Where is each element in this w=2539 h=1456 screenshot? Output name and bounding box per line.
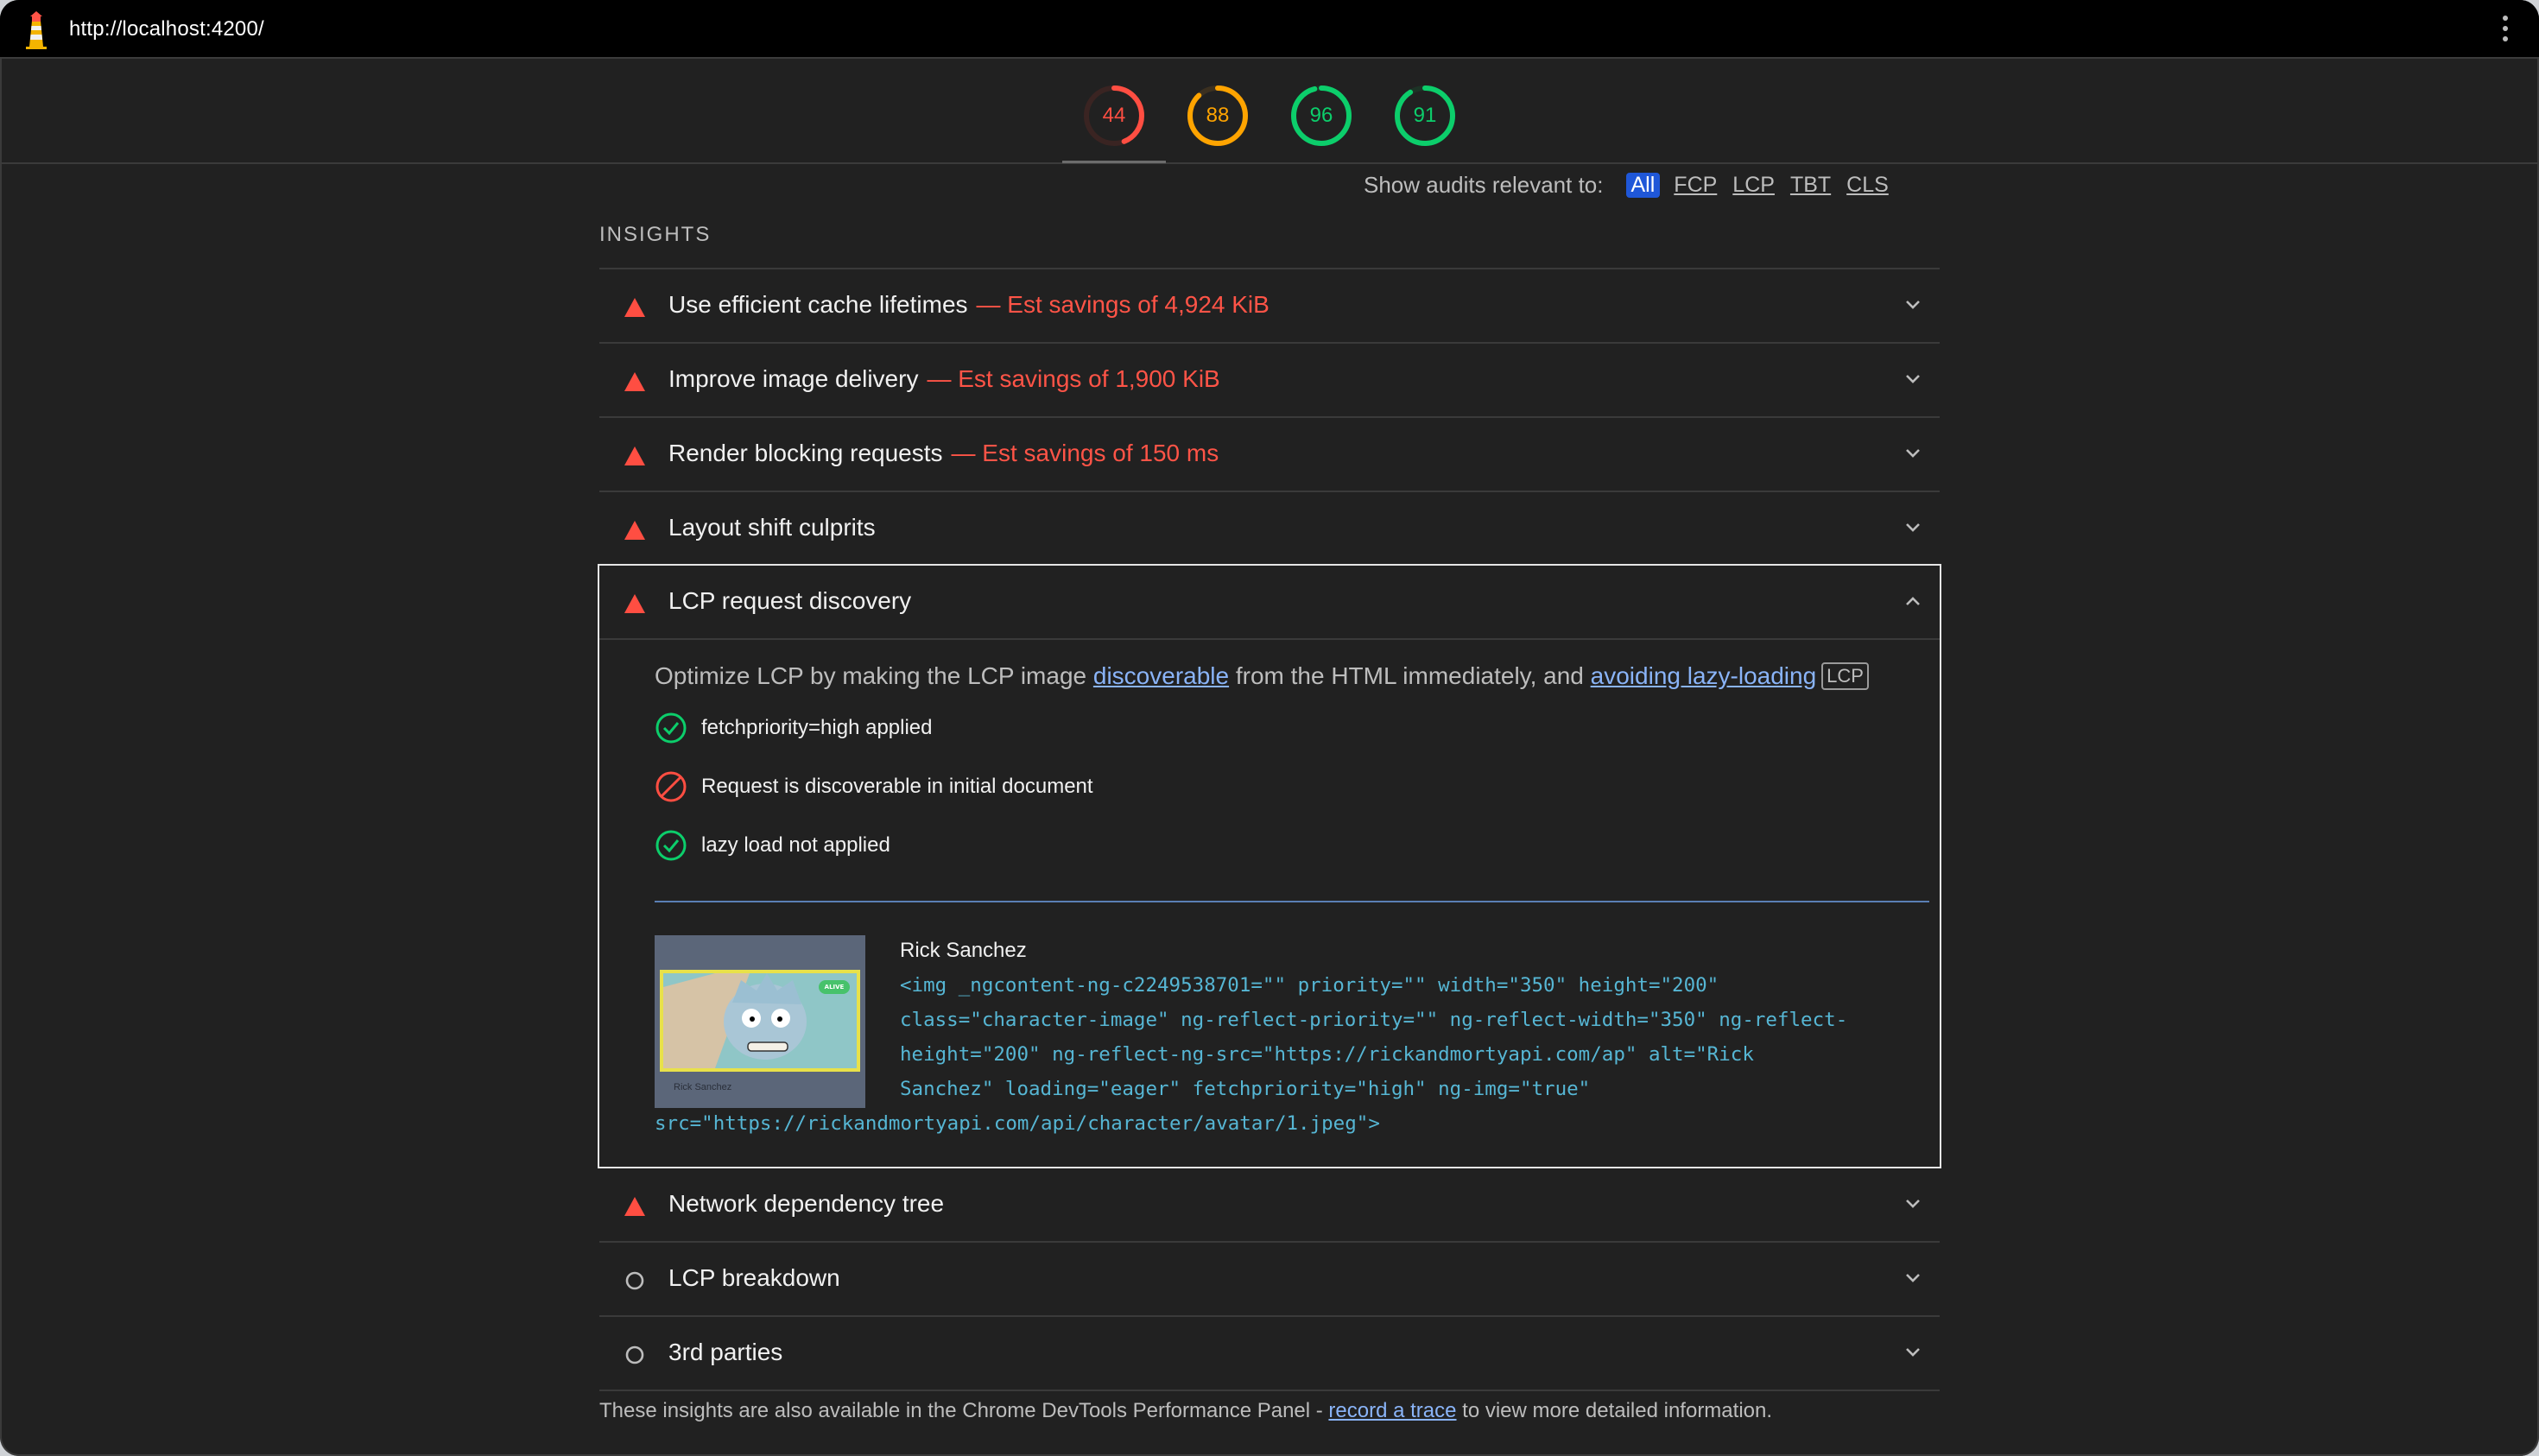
insight-savings: — Est savings of 150 ms <box>951 440 1219 466</box>
footer-text: These insights are also available in the… <box>599 1399 1329 1422</box>
snippet-line: src="https://rickandmortyapi.com/api/cha… <box>655 1112 1380 1135</box>
chevron-down-icon <box>1906 301 1920 309</box>
filter-chip-cls[interactable]: CLS <box>1846 173 1889 198</box>
gauge-score: 44 <box>1102 104 1126 127</box>
insight-expanded-lcp-discovery: LCP request discovery Optimize LCP by ma… <box>598 564 1941 1168</box>
filter-chip-fcp[interactable]: FCP <box>1674 173 1717 198</box>
snippet-line: <img _ngcontent-ng-c2249538701="" priori… <box>900 974 1719 997</box>
insight-title: LCP request discovery <box>668 587 912 614</box>
lighthouse-window: http://localhost:4200/ 44 88 96 91 Show … <box>0 0 2539 1456</box>
chevron-down-icon <box>1906 1274 1920 1282</box>
fail-triangle-icon <box>624 446 645 465</box>
insight-title: Use efficient cache lifetimes <box>668 291 968 318</box>
snippet-line: height="200" ng-reflect-ng-src="https://… <box>900 1043 1754 1066</box>
filter-chip-all[interactable]: All <box>1625 172 1661 198</box>
gauge-accessibility[interactable]: 88 <box>1187 85 1249 147</box>
chevron-down-icon <box>1906 1348 1920 1357</box>
chevron-down-icon <box>1906 375 1920 383</box>
insight-row[interactable]: Layout shift culprits <box>599 491 1940 565</box>
insight-title: Network dependency tree <box>668 1190 945 1217</box>
insight-title: Improve image delivery <box>668 365 919 392</box>
node-snippet: <img _ngcontent-ng-c2249538701="" priori… <box>655 968 1924 1141</box>
node-label: Rick Sanchez <box>900 939 1027 962</box>
snippet-line: Sanchez" loading="eager" fetchpriority="… <box>900 1078 1591 1100</box>
neutral-circle-icon <box>625 1271 644 1290</box>
insight-row[interactable]: 3rd parties <box>599 1315 1940 1391</box>
footer-note: These insights are also available in the… <box>599 1399 1772 1423</box>
insight-title: Layout shift culprits <box>668 514 876 541</box>
insight-savings: — Est savings of 1,900 KiB <box>927 365 1220 392</box>
insight-row[interactable]: Improve image delivery — Est savings of 1… <box>599 342 1940 416</box>
filter-chip-tbt[interactable]: TBT <box>1790 173 1831 198</box>
audit-filter: Show audits relevant to: All FCP LCP TBT… <box>1364 169 1904 200</box>
gauge-score: 96 <box>1309 104 1333 127</box>
metric-badge: LCP <box>1821 662 1869 690</box>
lighthouse-logo-icon <box>17 9 55 50</box>
chevron-down-icon <box>1906 1200 1920 1208</box>
insight-description: Optimize LCP by making the LCP image dis… <box>655 662 1869 690</box>
chevron-down-icon <box>1906 523 1920 532</box>
check-item: lazy load not applied <box>655 828 890 863</box>
section-title: INSIGHTS <box>599 223 712 246</box>
snippet-line: class="character-image" ng-reflect-prior… <box>900 1009 1848 1031</box>
insight-title: 3rd parties <box>668 1339 783 1365</box>
gauge-score: 91 <box>1413 104 1437 127</box>
fail-triangle-icon <box>624 594 645 613</box>
insight-row[interactable]: Render blocking requests — Est savings of… <box>599 416 1940 491</box>
neutral-circle-icon <box>625 1345 644 1364</box>
fail-triangle-icon <box>624 372 645 391</box>
footer-text: to view more detailed information. <box>1456 1399 1773 1422</box>
filter-chip-lcp[interactable]: LCP <box>1732 173 1775 198</box>
check-circle-icon <box>655 830 687 861</box>
insight-savings: — Est savings of 4,924 KiB <box>976 291 1270 318</box>
top-bar: http://localhost:4200/ <box>0 0 2539 59</box>
gauge-performance[interactable]: 44 <box>1083 85 1145 147</box>
blocked-circle-icon <box>655 771 687 802</box>
gauge-seo[interactable]: 91 <box>1394 85 1456 147</box>
gauge-best-practices[interactable]: 96 <box>1290 85 1352 147</box>
insights-list: Use efficient cache lifetimes — Est savin… <box>598 268 1941 1391</box>
url-text: http://localhost:4200/ <box>69 17 264 41</box>
check-text: Request is discoverable in initial docum… <box>701 775 1093 798</box>
active-gauge-indicator <box>1062 161 1166 163</box>
insight-expanded-header[interactable]: LCP request discovery <box>599 566 1940 640</box>
filter-label: Show audits relevant to: <box>1364 171 1604 198</box>
fail-triangle-icon <box>624 1197 645 1216</box>
insight-row[interactable]: LCP breakdown <box>599 1241 1940 1315</box>
check-text: lazy load not applied <box>701 833 890 857</box>
score-gauges-bar: 44 88 96 91 <box>0 59 2539 164</box>
description-text: from the HTML immediately, and <box>1229 662 1591 689</box>
chevron-up-icon <box>1906 597 1920 605</box>
record-trace-link[interactable]: record a trace <box>1328 1399 1456 1422</box>
insight-title: Render blocking requests <box>668 440 943 466</box>
insight-row[interactable]: Network dependency tree <box>599 1168 1940 1241</box>
insight-row[interactable]: Use efficient cache lifetimes — Est savin… <box>599 268 1940 342</box>
gauge-score: 88 <box>1206 104 1230 127</box>
description-text: Optimize LCP by making the LCP image <box>655 662 1093 689</box>
check-item: fetchpriority=high applied <box>655 711 933 745</box>
chevron-down-icon <box>1906 449 1920 458</box>
fail-triangle-icon <box>624 521 645 540</box>
divider <box>655 901 1929 902</box>
kebab-menu-icon[interactable] <box>2501 16 2510 45</box>
avoiding-lazy-loading-link[interactable]: avoiding lazy-loading <box>1591 662 1817 689</box>
check-item: Request is discoverable in initial docum… <box>655 769 1093 804</box>
insight-title: LCP breakdown <box>668 1264 840 1291</box>
discoverable-link[interactable]: discoverable <box>1093 662 1229 689</box>
fail-triangle-icon <box>624 298 645 317</box>
check-circle-icon <box>655 712 687 744</box>
check-text: fetchpriority=high applied <box>701 716 933 739</box>
